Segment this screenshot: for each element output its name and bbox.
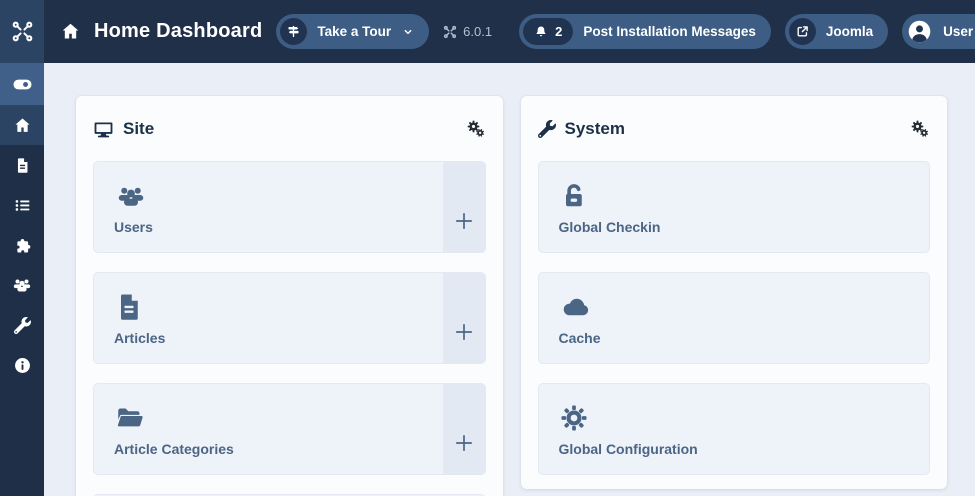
user-menu-label: User Menu: [943, 24, 975, 39]
cache-tile-main: Cache: [539, 273, 930, 363]
dashboard-content: Site Users Articles Article Categories S…: [44, 63, 975, 496]
users-tile[interactable]: Users: [93, 161, 486, 253]
users-icon: [114, 181, 148, 211]
take-a-tour-button[interactable]: Take a Tour: [276, 14, 430, 49]
messages-label: Post Installation Messages: [583, 24, 756, 39]
article-categories-tile-main: Article Categories: [94, 384, 443, 474]
sidebar-item-menus[interactable]: [0, 185, 44, 225]
system-wrench-icon: [13, 316, 31, 334]
joomla-logo-icon: [11, 20, 34, 43]
main-sidebar: [0, 63, 44, 496]
menu-toggle-icon: [12, 74, 33, 95]
user-circle-icon: [906, 18, 933, 45]
add-article-category-button[interactable]: [442, 384, 485, 474]
page-title: Home Dashboard: [94, 20, 263, 42]
global-configuration-tile-label: Global Configuration: [558, 441, 698, 457]
articles-tile-label: Articles: [114, 330, 166, 346]
sidebar-item-help[interactable]: [0, 345, 44, 385]
users-icon: [12, 275, 32, 295]
system-card-header: System: [537, 113, 931, 145]
cache-tile[interactable]: Cache: [537, 272, 930, 364]
global-checkin-tile[interactable]: Global Checkin: [537, 161, 930, 253]
version-number: 6.0.1: [463, 24, 493, 39]
plus-icon: [455, 323, 472, 341]
home-icon: [13, 116, 32, 135]
add-article-button[interactable]: [442, 273, 485, 363]
file-alt-icon: [114, 292, 144, 322]
joomla-version: 6.0.1: [443, 24, 492, 39]
global-checkin-tile-label: Global Checkin: [558, 219, 661, 235]
article-categories-tile[interactable]: Article Categories: [93, 383, 486, 475]
system-card-title: System: [564, 119, 625, 138]
users-tile-label: Users: [114, 219, 153, 235]
messages-count-badge: 2: [523, 18, 574, 45]
unlock-icon: [559, 181, 589, 211]
chevron-down-icon: [402, 26, 414, 38]
menus-list-icon: [13, 196, 32, 215]
help-info-icon: [13, 356, 32, 375]
sidebar-item-components[interactable]: [0, 225, 44, 265]
global-configuration-tile-main: Global Configuration: [539, 384, 930, 474]
desktop-icon: [93, 119, 114, 140]
cache-tile-label: Cache: [558, 330, 601, 346]
header-content: Home Dashboard Take a Tour 6.0.1 2 Post …: [44, 0, 975, 63]
page-title-group: Home Dashboard: [60, 20, 262, 43]
home-icon: [60, 21, 81, 42]
signpost-icon: [280, 18, 308, 45]
site-card-settings-cogs-icon[interactable]: [466, 119, 486, 139]
take-a-tour-label: Take a Tour: [317, 24, 392, 39]
system-card: System Global Checkin Cache Global Confi…: [520, 96, 947, 489]
site-card: Site Users Articles Article Categories: [76, 96, 503, 496]
global-checkin-tile-main: Global Checkin: [539, 162, 930, 252]
system-card-settings-cogs-icon[interactable]: [910, 119, 930, 139]
joomla-site-link-button[interactable]: Joomla: [784, 14, 889, 49]
folder-open-icon: [114, 403, 146, 433]
users-tile-main: Users: [94, 162, 443, 252]
joomla-logo-block[interactable]: [0, 0, 44, 63]
user-menu-button[interactable]: User Menu: [902, 14, 975, 49]
external-link-icon: [788, 18, 816, 45]
bell-icon: [534, 25, 548, 39]
sidebar-menu-toggle[interactable]: [0, 63, 44, 105]
post-installation-messages-button[interactable]: 2 Post Installation Messages: [519, 14, 771, 49]
components-puzzle-icon: [13, 236, 32, 255]
site-card-title: Site: [123, 119, 155, 138]
plus-icon: [455, 434, 472, 452]
articles-tile[interactable]: Articles: [93, 272, 486, 364]
plus-icon: [455, 212, 472, 230]
sidebar-item-users[interactable]: [0, 265, 44, 305]
article-categories-tile-label: Article Categories: [114, 441, 234, 457]
global-configuration-tile[interactable]: Global Configuration: [537, 383, 930, 475]
wrench-icon: [537, 120, 556, 138]
content-file-icon: [14, 157, 31, 174]
site-card-header: Site: [93, 113, 486, 145]
sidebar-item-content[interactable]: [0, 145, 44, 185]
joomla-version-icon: [443, 25, 457, 39]
articles-tile-main: Articles: [94, 273, 443, 363]
top-header-bar: Home Dashboard Take a Tour 6.0.1 2 Post …: [0, 0, 975, 63]
cloud-icon: [559, 292, 593, 322]
messages-count: 2: [555, 24, 563, 39]
joomla-link-label: Joomla: [825, 24, 874, 39]
cog-icon: [559, 403, 589, 433]
sidebar-item-system[interactable]: [0, 305, 44, 345]
add-user-button[interactable]: [442, 162, 485, 252]
sidebar-item-home[interactable]: [0, 105, 44, 145]
